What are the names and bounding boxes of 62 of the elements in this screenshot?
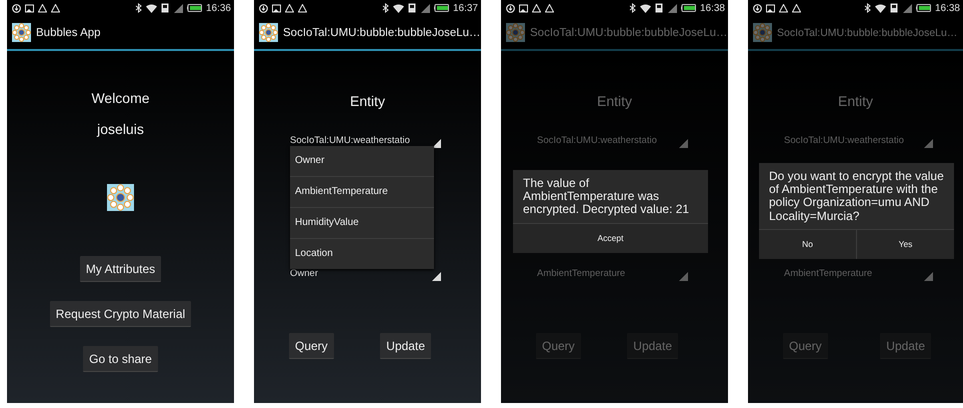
sim-icon: [654, 3, 664, 13]
corner-triangle-icon: [679, 272, 688, 281]
menu-button[interactable]: Request Crypto Material: [50, 301, 192, 327]
bluetooth-icon: [382, 3, 389, 13]
sim-icon: [890, 3, 899, 13]
bluetooth-icon: [628, 3, 636, 13]
app-title: SocIoTal:UMU:bubble:bubbleJoseLu…: [283, 26, 481, 38]
app-logo: [753, 23, 772, 42]
download-icon: [259, 4, 268, 12]
sim-icon: [408, 3, 417, 13]
corner-triangle-icon: [432, 139, 441, 148]
wifi-icon: [392, 4, 404, 12]
image-icon: [25, 4, 34, 12]
signal-icon: [420, 4, 430, 12]
action-button[interactable]: Query: [289, 333, 334, 359]
corner-triangle-icon: [432, 272, 441, 281]
dialog-button[interactable]: Accept: [513, 224, 708, 253]
download-icon: [753, 4, 762, 12]
battery-icon: [434, 4, 449, 12]
download-icon: [12, 4, 21, 12]
welcome-heading: Welcome: [91, 90, 150, 106]
entity-heading: Entity: [838, 93, 873, 109]
status-time: 16:36: [206, 2, 231, 14]
menu-button[interactable]: My Attributes: [80, 256, 162, 282]
app-title: SocIoTal:UMU:bubble:bubbleJoseLu…: [530, 26, 728, 38]
app-logo: [506, 23, 525, 42]
app-logo: [259, 23, 278, 42]
dialog-button[interactable]: Yes: [856, 230, 954, 259]
signal-icon: [668, 4, 677, 12]
app-title: Bubbles App: [36, 26, 101, 38]
dialog-button[interactable]: No: [759, 230, 856, 259]
image-icon: [519, 4, 528, 12]
battery-icon: [916, 4, 931, 12]
corner-triangle-icon: [924, 139, 933, 148]
wifi-icon: [146, 4, 157, 12]
image-icon: [272, 4, 281, 12]
status-time: 16:37: [452, 2, 478, 14]
status-time: 16:38: [700, 2, 725, 14]
menu-button[interactable]: Go to share: [83, 346, 158, 372]
app-title: SocIoTal:UMU:bubble:bubbleJoseLu…: [777, 26, 958, 38]
app-logo: [12, 23, 31, 42]
corner-triangle-icon: [679, 139, 688, 148]
battery-icon: [680, 4, 696, 12]
username: joseluis: [97, 121, 144, 137]
wifi-icon: [640, 4, 651, 12]
dialog-message: Do you want to encrypt the value of AmbientTemperature with the policy Organization=umu AND Locality=Murcia?: [768, 168, 945, 225]
sim-icon: [160, 3, 170, 13]
download-icon: [506, 4, 515, 12]
image-icon: [766, 4, 775, 12]
signal-icon: [902, 4, 912, 12]
signal-icon: [174, 4, 183, 12]
action-button[interactable]: Update: [380, 333, 431, 359]
bubbles-logo: [107, 184, 134, 211]
entity-heading: Entity: [350, 93, 385, 109]
entity-heading: Entity: [596, 93, 632, 109]
dialog-message: The value of AmbientTemperature was encrypted. Decrypted value: 21: [522, 175, 690, 218]
wifi-icon: [874, 4, 886, 12]
bluetooth-icon: [134, 3, 142, 13]
corner-triangle-icon: [924, 272, 933, 281]
status-time: 16:38: [934, 2, 960, 14]
bluetooth-icon: [864, 3, 871, 13]
battery-icon: [186, 4, 202, 12]
